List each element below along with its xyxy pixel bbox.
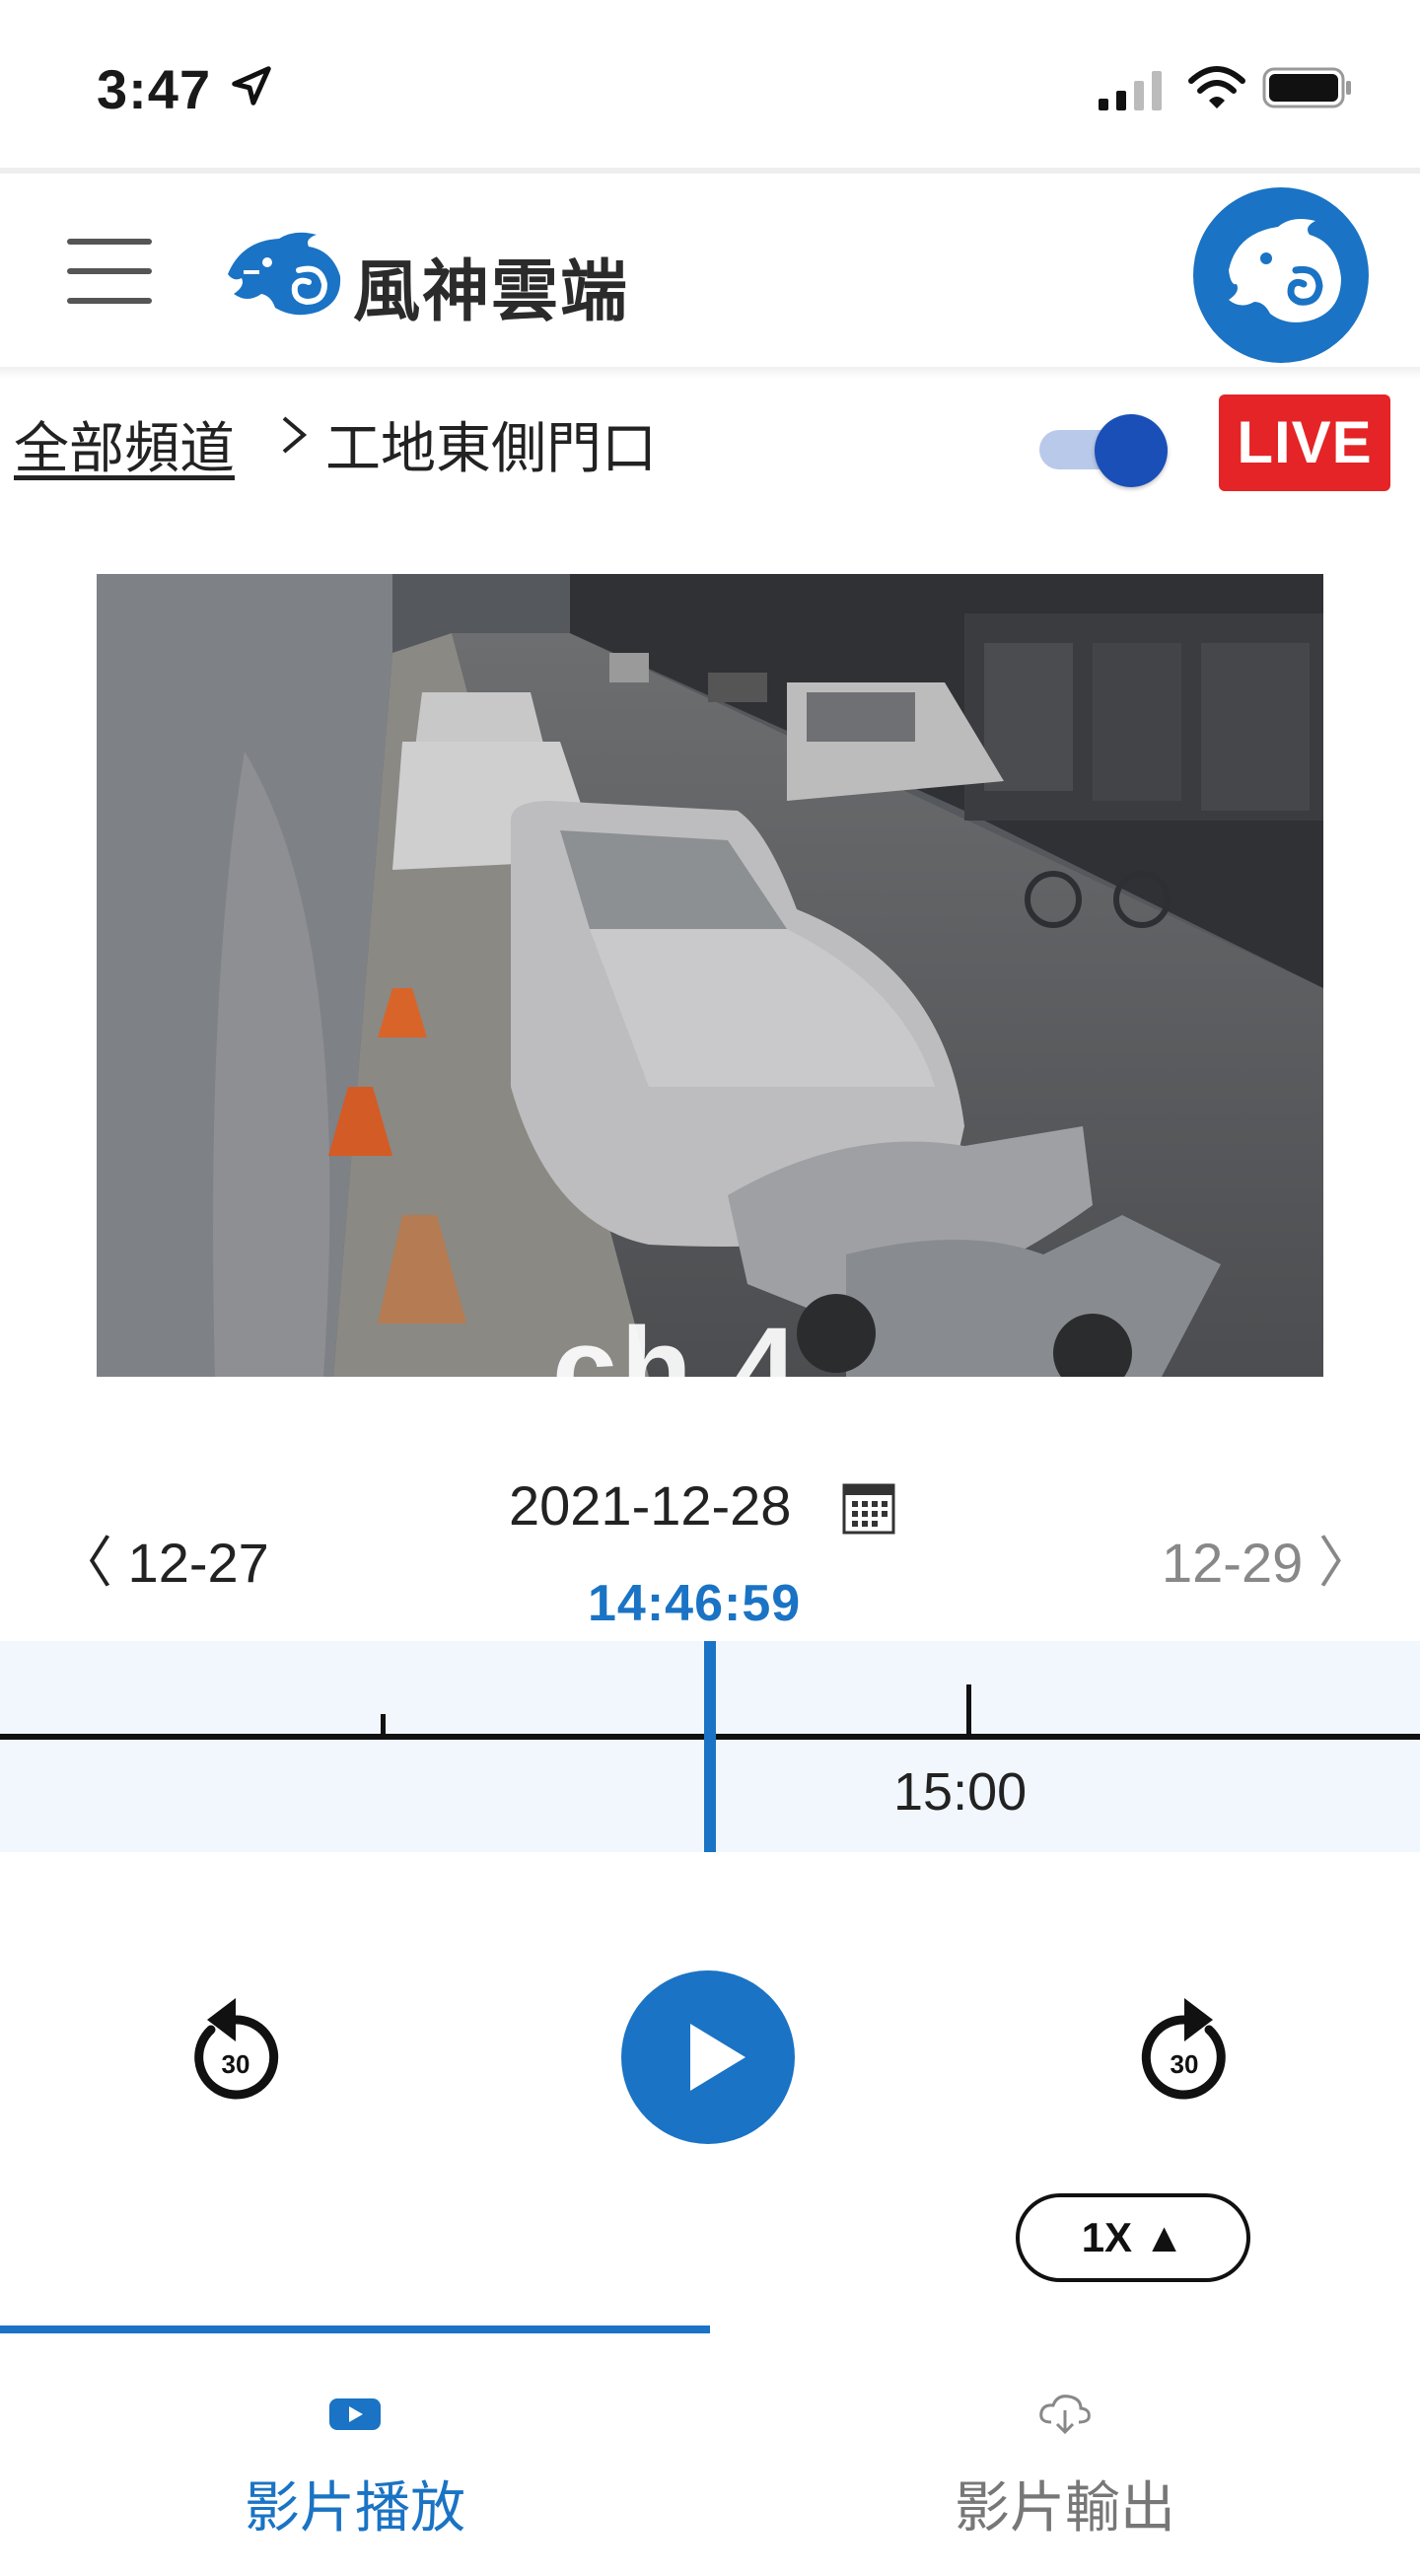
breadcrumb-all-channels-link[interactable]: 全部頻道 — [14, 404, 235, 484]
forward-30-icon: 30 — [1141, 1998, 1226, 2100]
camera-video-feed[interactable] — [97, 574, 1323, 1377]
hamburger-menu-button[interactable] — [61, 233, 160, 310]
tab-video-playback[interactable]: 影片播放 — [0, 2337, 710, 2576]
street-scene-image — [97, 574, 1323, 1377]
tab-video-playback-label: 影片播放 — [245, 2476, 465, 2539]
rewind-30-icon: 30 — [194, 1998, 279, 2100]
live-mode-toggle[interactable] — [1035, 414, 1173, 487]
menu-line-icon — [67, 268, 152, 274]
video-play-icon — [329, 2398, 381, 2430]
lion-logo-icon — [228, 232, 341, 316]
play-button[interactable] — [621, 1970, 795, 2144]
cloud-download-icon — [1039, 2395, 1091, 2435]
toggle-knob — [1095, 414, 1168, 487]
timeline-tick-label: 15:00 — [893, 1762, 1028, 1822]
header-shadow — [0, 367, 1420, 379]
svg-text:30: 30 — [222, 2049, 250, 2079]
calendar-icon[interactable] — [840, 1479, 897, 1537]
brand-name: 風神雲端 — [353, 254, 630, 329]
battery-icon — [1262, 67, 1351, 108]
menu-line-icon — [67, 239, 152, 245]
active-tab-indicator — [0, 2326, 710, 2333]
location-arrow-icon — [232, 66, 271, 106]
next-date-button[interactable]: 12-29 〉 — [1162, 1519, 1374, 1599]
tab-video-export-label: 影片輸出 — [955, 2476, 1175, 2539]
playback-timestamp: 14:46:59 — [588, 1575, 802, 1632]
svg-text:30: 30 — [1171, 2049, 1199, 2079]
channel-overlay-label: ch 4 — [552, 1304, 802, 1434]
status-time: 3:47 — [97, 58, 212, 120]
timeline-minor-tick — [381, 1714, 386, 1738]
timeline-playhead[interactable] — [704, 1641, 716, 1852]
current-date[interactable]: 2021-12-28 — [509, 1473, 791, 1538]
menu-line-icon — [67, 298, 152, 304]
play-icon — [690, 2024, 746, 2091]
timeline-major-tick — [966, 1684, 971, 1738]
breadcrumb-current-channel: 工地東側門口 — [325, 417, 657, 479]
lion-avatar-icon — [1229, 219, 1341, 322]
user-avatar[interactable] — [1193, 187, 1369, 363]
live-badge[interactable]: LIVE — [1219, 394, 1390, 491]
playback-speed-button[interactable]: 1X ▲ — [1016, 2193, 1250, 2282]
tab-video-export[interactable]: 影片輸出 — [710, 2337, 1420, 2576]
cellular-signal-icon — [1099, 71, 1162, 110]
forward-30-button[interactable]: 30 — [1130, 1990, 1239, 2109]
wifi-icon — [1188, 66, 1245, 108]
chevron-right-icon — [282, 416, 308, 454]
status-bar-divider — [0, 168, 1420, 174]
rewind-30-button[interactable]: 30 — [181, 1990, 290, 2109]
previous-date-button[interactable]: 〈 12-27 — [57, 1519, 269, 1599]
